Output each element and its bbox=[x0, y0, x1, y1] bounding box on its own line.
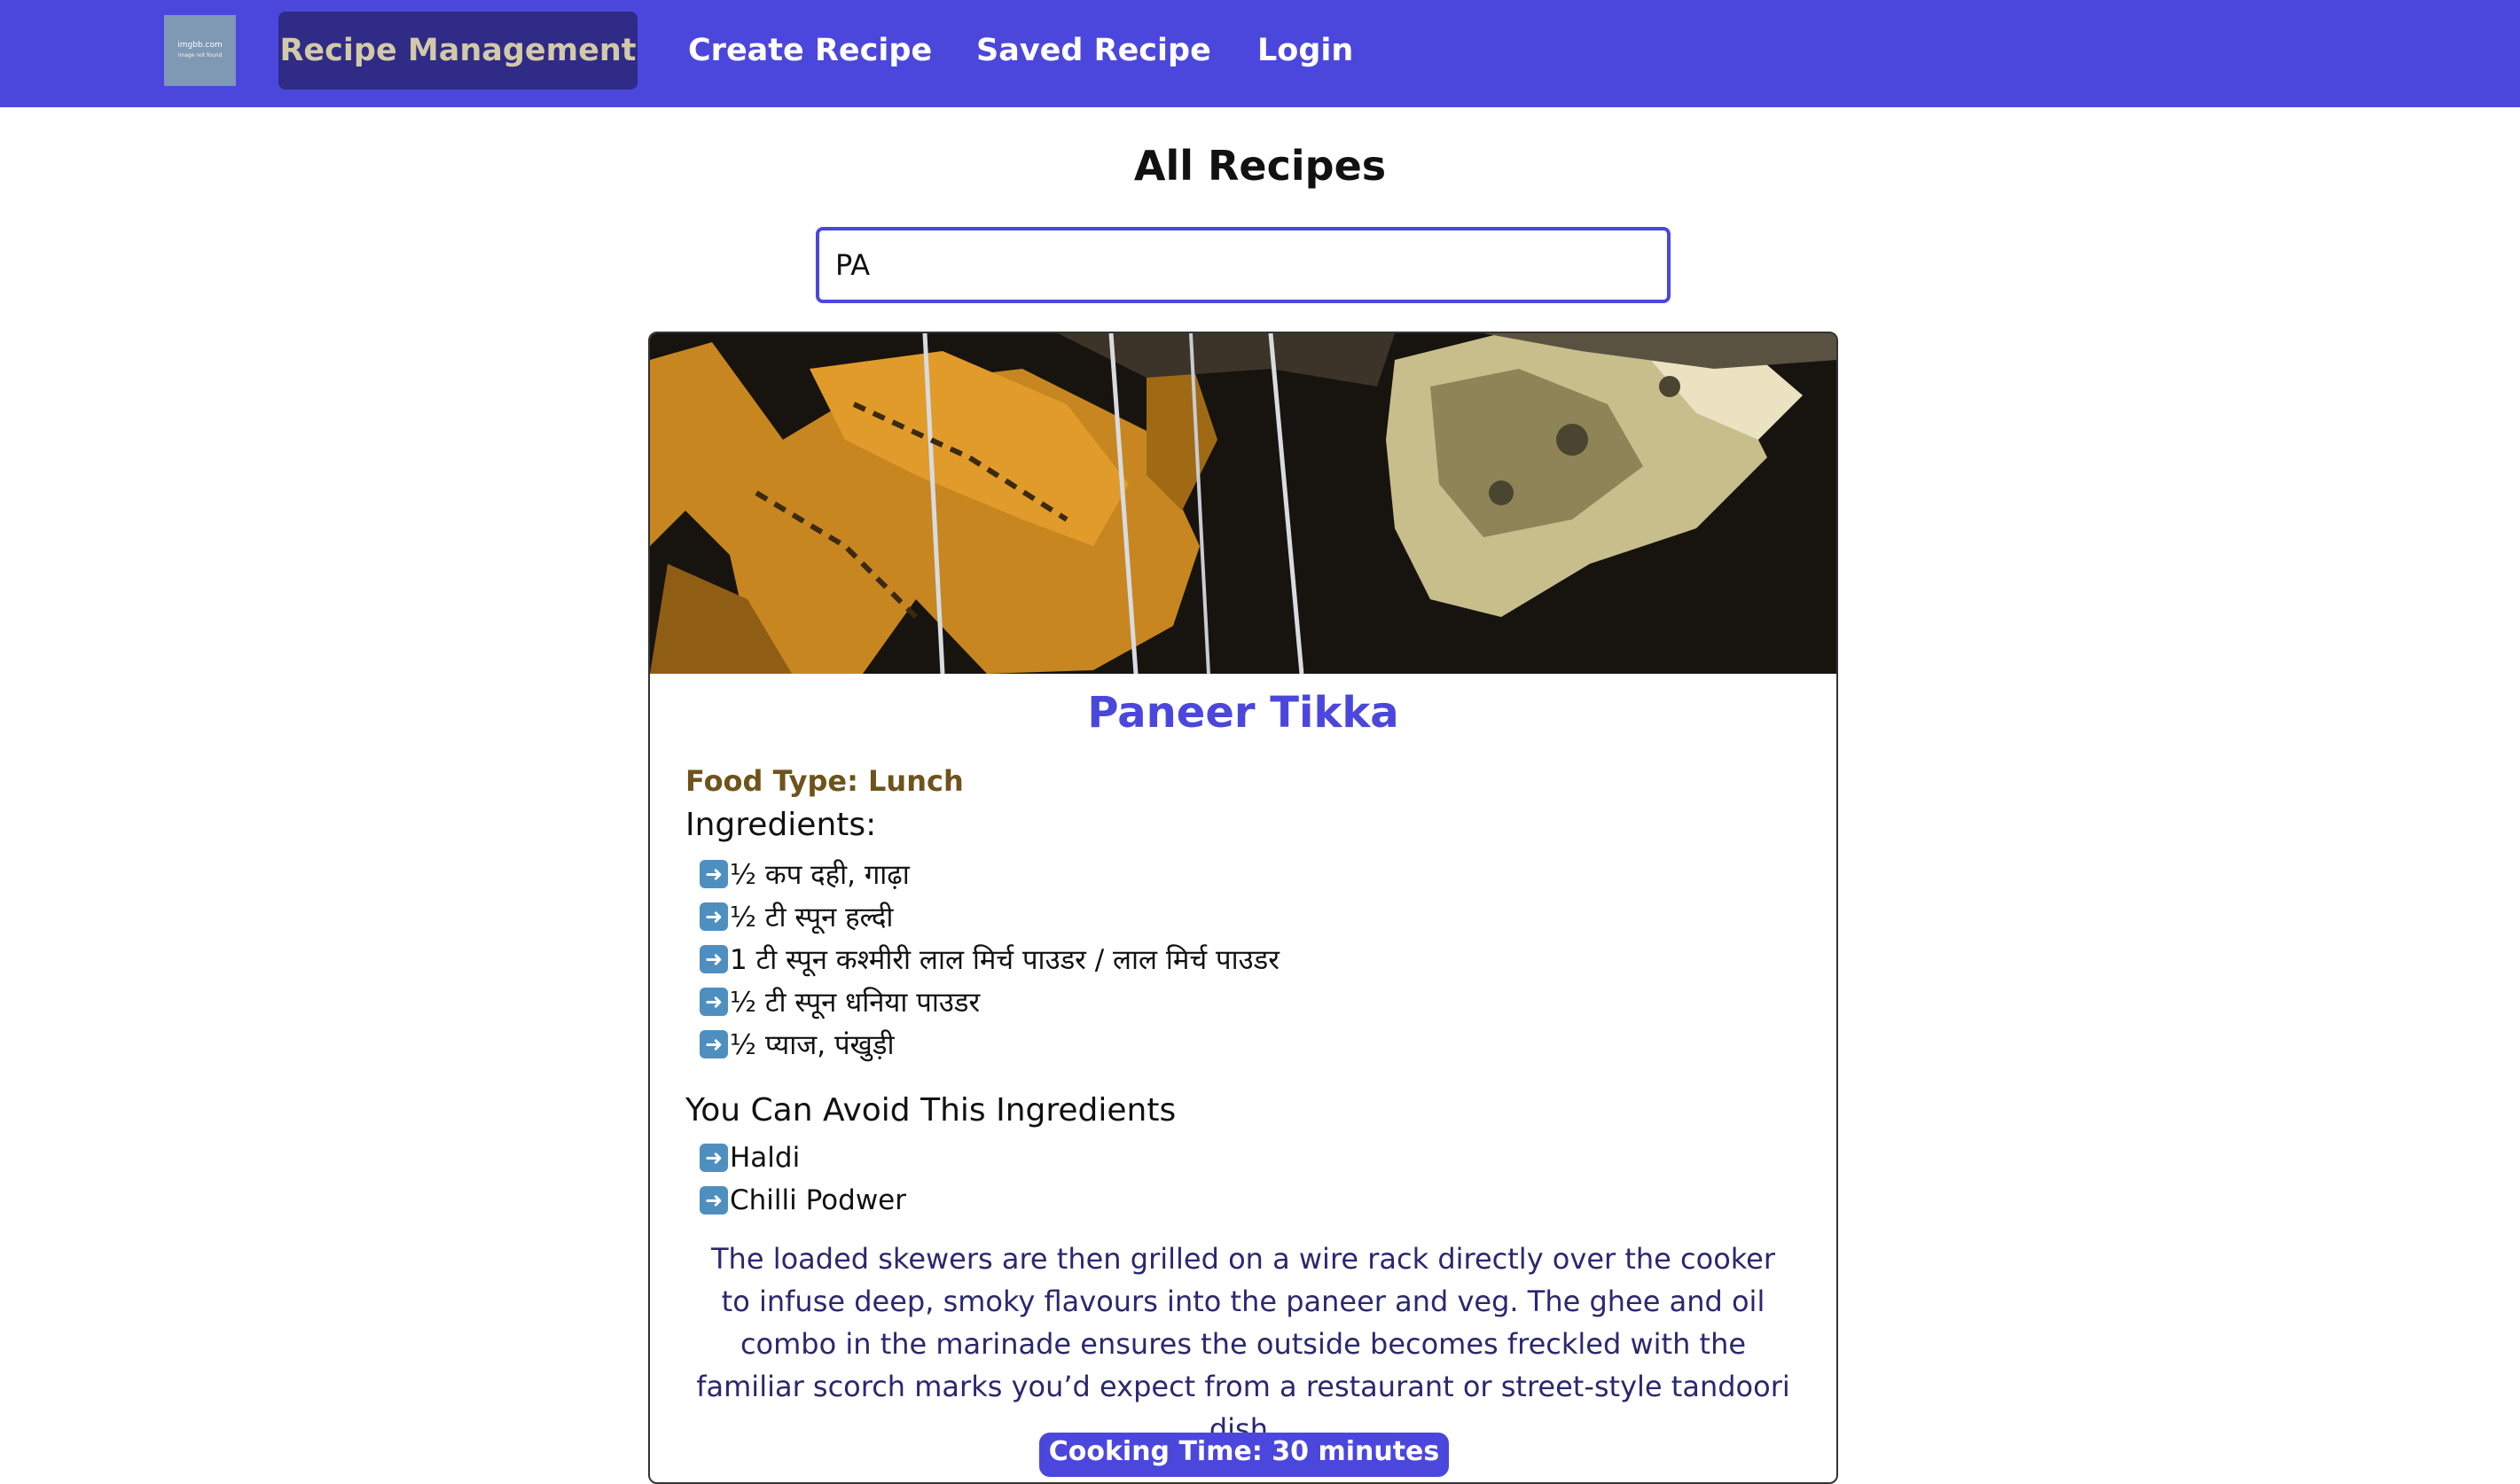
avoid-ingredient-text: Chilli Podwer bbox=[730, 1184, 907, 1216]
arrow-right-icon: ➜ bbox=[700, 860, 728, 888]
nav-brand-recipe-management[interactable]: Recipe Management bbox=[278, 12, 638, 90]
recipe-title: Paneer Tikka bbox=[1087, 688, 1399, 738]
food-type-label: Food Type: Lunch bbox=[685, 764, 964, 798]
search-input[interactable] bbox=[816, 227, 1671, 303]
list-item: ➜ Haldi bbox=[700, 1136, 906, 1179]
ingredient-text: ½ टी स्पून हल्दी bbox=[730, 902, 894, 933]
avoid-ingredients-heading: You Can Avoid This Ingredients bbox=[685, 1092, 1177, 1129]
ingredient-text: ½ कप दही, गाढ़ा bbox=[730, 859, 910, 891]
nav-link-saved-recipe[interactable]: Saved Recipe bbox=[976, 12, 1211, 90]
cooking-time-badge: Cooking Time: 30 minutes bbox=[1039, 1433, 1449, 1477]
ingredient-text: 1 टी स्पून कश्मीरी लाल मिर्च पाउडर / लाल… bbox=[730, 944, 1280, 976]
logo-subtext: image not found bbox=[177, 52, 223, 59]
ingredient-text: ½ प्याज, पंखुड़ी bbox=[730, 1029, 895, 1061]
ingredients-list: ➜ ½ कप दही, गाढ़ा ➜ ½ टी स्पून हल्दी ➜ 1 टी… bbox=[700, 853, 1280, 1066]
nav-link-login[interactable]: Login bbox=[1257, 12, 1353, 90]
arrow-right-icon: ➜ bbox=[700, 902, 728, 931]
recipe-description: The loaded skewers are then grilled on a… bbox=[696, 1242, 1790, 1446]
list-item: ➜ ½ टी स्पून हल्दी bbox=[700, 895, 1280, 938]
recipe-card: Paneer Tikka Food Type: Lunch Ingredient… bbox=[648, 332, 1838, 1484]
list-item: ➜ ½ प्याज, पंखुड़ी bbox=[700, 1023, 1280, 1066]
arrow-right-icon: ➜ bbox=[700, 1186, 728, 1215]
list-item: ➜ Chilli Podwer bbox=[700, 1179, 906, 1222]
list-item: ➜ 1 टी स्पून कश्मीरी लाल मिर्च पाउडर / ला… bbox=[700, 938, 1280, 980]
arrow-right-icon: ➜ bbox=[700, 988, 728, 1016]
page-title: All Recipes bbox=[1133, 142, 1387, 190]
arrow-right-icon: ➜ bbox=[700, 1030, 728, 1058]
site-logo[interactable]: imgbb.com image not found bbox=[164, 15, 236, 86]
arrow-right-icon: ➜ bbox=[700, 945, 728, 973]
logo-text: imgbb.com bbox=[177, 41, 223, 50]
avoid-ingredient-text: Haldi bbox=[730, 1142, 801, 1174]
top-navbar: imgbb.com image not found Recipe Managem… bbox=[0, 0, 2520, 107]
ingredients-heading: Ingredients: bbox=[685, 807, 877, 843]
list-item: ➜ ½ टी स्पून धनिया पाउडर bbox=[700, 980, 1280, 1023]
ingredient-text: ½ टी स्पून धनिया पाउडर bbox=[730, 987, 981, 1019]
recipe-image bbox=[650, 333, 1836, 674]
avoid-ingredients-list: ➜ Haldi ➜ Chilli Podwer bbox=[700, 1136, 906, 1222]
nav-link-create-recipe[interactable]: Create Recipe bbox=[688, 12, 932, 90]
list-item: ➜ ½ कप दही, गाढ़ा bbox=[700, 853, 1280, 895]
arrow-right-icon: ➜ bbox=[700, 1144, 728, 1172]
